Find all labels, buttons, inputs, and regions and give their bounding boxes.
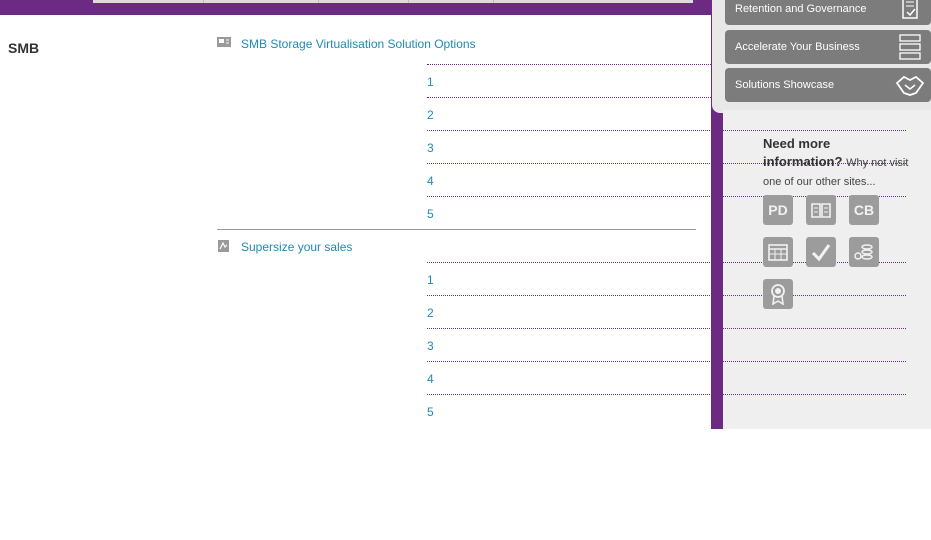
award-site-icon[interactable] bbox=[763, 279, 793, 309]
page-link-3[interactable]: 3 bbox=[427, 141, 434, 155]
page-link-1[interactable]: 1 bbox=[427, 273, 434, 287]
pdf-icon bbox=[218, 240, 229, 252]
page-link-2[interactable]: 2 bbox=[427, 108, 434, 122]
page-link-2[interactable]: 2 bbox=[427, 306, 434, 320]
page-divider bbox=[427, 64, 711, 65]
handshake-icon bbox=[895, 75, 925, 96]
need-more-info: Need more information? Why not visit one… bbox=[763, 135, 913, 191]
page-link-4[interactable]: 4 bbox=[427, 174, 434, 188]
site-icon-label: CB bbox=[853, 202, 875, 218]
presentation-icon bbox=[217, 37, 231, 47]
book-site-icon[interactable] bbox=[806, 195, 836, 225]
award-ribbon-icon bbox=[771, 284, 785, 305]
document-divider bbox=[217, 229, 696, 230]
need-more-info-heading: Need more information? bbox=[763, 136, 843, 169]
page-divider bbox=[427, 97, 711, 98]
checkmark-site-icon[interactable] bbox=[806, 237, 836, 267]
nav-divider bbox=[408, 0, 409, 3]
side-button-label: Retention and Governance bbox=[735, 3, 867, 15]
page-divider bbox=[427, 130, 906, 131]
solutions-showcase-button[interactable]: Solutions Showcase bbox=[725, 68, 931, 102]
cb-site-icon[interactable]: CB bbox=[849, 195, 879, 225]
page-link-4[interactable]: 4 bbox=[427, 372, 434, 386]
page-divider bbox=[427, 295, 906, 296]
page-link-5[interactable]: 5 bbox=[427, 405, 434, 419]
document-link-smb-storage[interactable]: SMB Storage Virtualisation Solution Opti… bbox=[241, 37, 476, 51]
accelerate-business-button[interactable]: Accelerate Your Business bbox=[725, 30, 931, 64]
nav-divider bbox=[203, 0, 204, 3]
document-link-supersize-sales[interactable]: Supersize your sales bbox=[241, 240, 352, 254]
checkmark-icon bbox=[811, 244, 831, 262]
section-title: SMB bbox=[8, 40, 40, 56]
document-check-icon bbox=[902, 0, 918, 19]
calendar-icon bbox=[768, 244, 788, 261]
retention-governance-button[interactable]: Retention and Governance bbox=[725, 0, 931, 25]
pd-site-icon[interactable]: PD bbox=[763, 195, 793, 225]
page-link-1[interactable]: 1 bbox=[427, 75, 434, 89]
page-link-5[interactable]: 5 bbox=[427, 207, 434, 221]
server-rack-icon bbox=[899, 34, 921, 60]
page-divider bbox=[427, 394, 906, 395]
side-button-label: Accelerate Your Business bbox=[735, 41, 860, 53]
coins-site-icon[interactable] bbox=[849, 237, 879, 267]
page-divider bbox=[427, 361, 906, 362]
site-icon-label: PD bbox=[768, 202, 788, 218]
page-link-3[interactable]: 3 bbox=[427, 339, 434, 353]
book-icon bbox=[811, 203, 831, 218]
page-divider bbox=[427, 328, 906, 329]
calendar-site-icon[interactable] bbox=[763, 237, 793, 267]
top-nav-strip bbox=[93, 0, 693, 3]
coins-icon bbox=[854, 244, 873, 260]
side-button-label: Solutions Showcase bbox=[735, 79, 835, 91]
nav-divider bbox=[493, 0, 494, 3]
nav-divider bbox=[318, 0, 319, 3]
